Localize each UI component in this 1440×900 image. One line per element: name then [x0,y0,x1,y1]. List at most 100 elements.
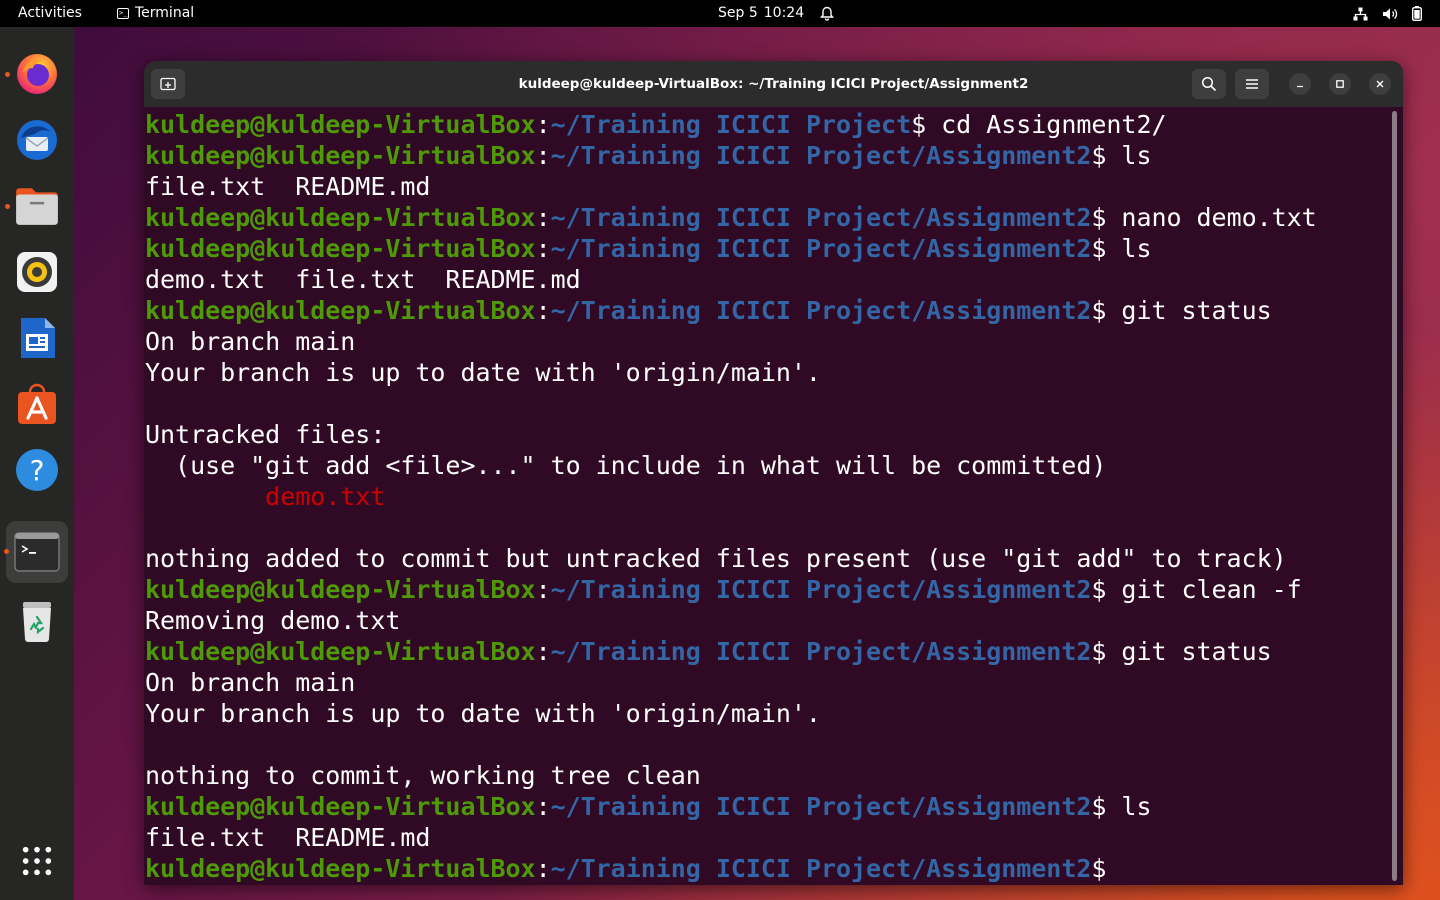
command-text: git status [1106,637,1272,666]
terminal-app-icon: >_ [117,8,129,19]
app-grid-icon [22,846,52,876]
terminal-output-line: demo.txt file.txt README.md [145,264,1385,295]
output-text: demo.txt file.txt README.md [145,265,581,294]
output-text: On branch main [145,668,356,697]
terminal-output-line: Untracked files: [145,419,1385,450]
maximize-icon [1336,80,1344,88]
prompt-separator: : [535,854,551,883]
prompt-symbol: $ [1091,203,1107,232]
output-text: file.txt README.md [145,823,431,852]
terminal-prompt-line: kuldeep@kuldeep-VirtualBox:~/Training IC… [145,853,1385,884]
system-tray[interactable] [1353,0,1422,27]
prompt-path: ~/Training ICICI Project [550,110,912,139]
dock-item-thunderbird[interactable] [9,112,65,168]
prompt-symbol: $ [911,110,927,139]
prompt-separator: : [535,110,551,139]
show-applications-button[interactable] [9,833,65,889]
battery-icon [1412,6,1422,21]
new-tab-icon [160,77,176,91]
prompt-path: ~/Training ICICI Project/Assignment2 [550,234,1092,263]
terminal-prompt-line: kuldeep@kuldeep-VirtualBox:~/Training IC… [145,636,1385,667]
search-icon [1201,76,1217,92]
network-icon [1353,7,1368,21]
dock-item-trash[interactable] [9,593,65,649]
svg-text:?: ? [30,454,45,487]
dock-item-writer[interactable] [9,310,65,366]
volume-icon [1382,7,1398,21]
prompt-path: ~/Training ICICI Project/Assignment2 [550,203,1092,232]
prompt-path: ~/Training ICICI Project/Assignment2 [550,792,1092,821]
terminal-output[interactable]: kuldeep@kuldeep-VirtualBox:~/Training IC… [145,109,1385,885]
prompt-user: kuldeep@kuldeep-VirtualBox [145,637,536,666]
bell-icon [820,6,835,21]
firefox-icon [17,54,57,94]
app-menu[interactable]: >_ Terminal [117,0,194,27]
prompt-separator: : [535,637,551,666]
terminal-output-line: On branch main [145,667,1385,698]
dock-item-help[interactable]: ? [9,442,65,498]
dock-item-terminal[interactable] [4,521,68,583]
prompt-symbol: $ [1091,792,1107,821]
close-button[interactable] [1369,73,1391,95]
prompt-separator: : [535,296,551,325]
rhythmbox-icon [17,252,57,292]
scrollbar[interactable] [1392,111,1397,881]
search-button[interactable] [1192,69,1226,99]
dock-item-firefox[interactable] [5,46,65,102]
prompt-user: kuldeep@kuldeep-VirtualBox [145,296,536,325]
command-text: git clean -f [1106,575,1302,604]
new-tab-button[interactable] [151,69,185,99]
prompt-user: kuldeep@kuldeep-VirtualBox [145,234,536,263]
dock-item-files[interactable] [5,178,65,234]
prompt-path: ~/Training ICICI Project/Assignment2 [550,296,1092,325]
prompt-user: kuldeep@kuldeep-VirtualBox [145,575,536,604]
dock-item-software[interactable] [9,376,65,432]
prompt-user: kuldeep@kuldeep-VirtualBox [145,110,536,139]
thunderbird-icon [17,120,57,160]
command-text: cd Assignment2/ [926,110,1167,139]
output-text: nothing to commit, working tree clean [145,761,701,790]
clock-time: 10:24 [763,5,805,21]
prompt-symbol: $ [1091,637,1107,666]
terminal-output-line: nothing added to commit but untracked fi… [145,543,1385,574]
clock[interactable]: Sep 5 10:24 [718,0,835,27]
terminal-prompt-line: kuldeep@kuldeep-VirtualBox:~/Training IC… [145,574,1385,605]
untracked-file: demo.txt [145,482,386,511]
terminal-prompt-line: kuldeep@kuldeep-VirtualBox:~/Training IC… [145,295,1385,326]
clock-date: Sep 5 [718,5,758,21]
terminal-output-line: file.txt README.md [145,822,1385,853]
activities-button[interactable]: Activities [18,0,82,27]
maximize-button[interactable] [1329,73,1351,95]
output-text: Untracked files: [145,420,386,449]
prompt-separator: : [535,792,551,821]
prompt-separator: : [535,234,551,263]
terminal-prompt-line: kuldeep@kuldeep-VirtualBox:~/Training IC… [145,233,1385,264]
prompt-separator: : [535,575,551,604]
terminal-icon [14,532,60,572]
terminal-output-line: nothing to commit, working tree clean [145,760,1385,791]
dock: ? [0,27,74,900]
terminal-output-line: (use "git add <file>..." to include in w… [145,450,1385,481]
top-bar: Activities >_ Terminal Sep 5 10:24 [0,0,1440,27]
writer-icon [21,318,55,358]
output-text: On branch main [145,327,356,356]
menu-button[interactable] [1235,69,1269,99]
close-icon [1376,80,1384,88]
dock-item-rhythmbox[interactable] [9,244,65,300]
prompt-symbol: $ [1091,234,1107,263]
minimize-button[interactable] [1289,73,1311,95]
prompt-path: ~/Training ICICI Project/Assignment2 [550,854,1092,883]
software-icon [18,383,56,424]
hamburger-menu-icon [1246,79,1258,89]
output-text: nothing added to commit but untracked fi… [145,544,1287,573]
terminal-window: kuldeep@kuldeep-VirtualBox: ~/Training I… [144,61,1403,885]
prompt-path: ~/Training ICICI Project/Assignment2 [550,141,1092,170]
command-text: ls [1106,792,1152,821]
title-bar[interactable]: kuldeep@kuldeep-VirtualBox: ~/Training I… [144,61,1403,107]
prompt-user: kuldeep@kuldeep-VirtualBox [145,792,536,821]
prompt-symbol: $ [1091,575,1107,604]
terminal-output-line: file.txt README.md [145,171,1385,202]
running-indicator [5,203,10,209]
prompt-symbol: $ [1091,296,1107,325]
